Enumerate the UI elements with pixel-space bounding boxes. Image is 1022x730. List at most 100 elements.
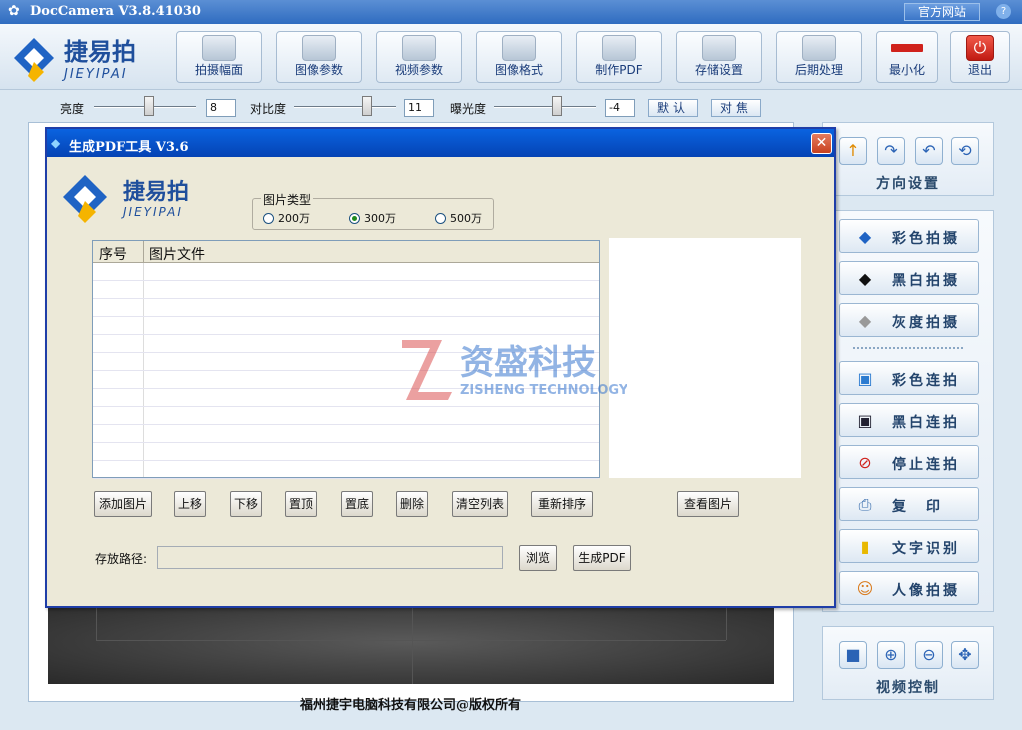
color-capture-button[interactable]: ◆ 彩色拍摄 [839,219,979,253]
notepad-icon [802,35,836,61]
contrast-track[interactable] [294,106,396,108]
post-processing-button[interactable]: 后期处理 [776,31,862,83]
direction-panel: ↑ ↷ ↶ ⟲ 方向设置 [822,122,994,196]
title-bar: ✿ DocCamera V3.8.41030 官方网站 ? [0,0,1022,24]
rotate-right-icon[interactable]: ↷ [877,137,905,165]
rotate-up-icon[interactable]: ↑ [839,137,867,165]
logo-cn: 捷易拍 [64,38,136,66]
watermark-cn: 资盛科技 [460,343,596,383]
browse-button[interactable]: 浏览 [519,545,557,571]
rotate-left-icon[interactable]: ↶ [915,137,943,165]
view-image-button[interactable]: 查看图片 [677,491,739,517]
video-params-button[interactable]: 视频参数 [376,31,462,83]
jieyipai-logo: 捷易拍 JIEYIPAI [14,38,136,82]
radio-300[interactable]: 300万 [349,210,396,226]
copyright-text: 福州捷宇电脑科技有限公司@版权所有 [300,698,522,713]
contrast-thumb[interactable] [362,96,372,116]
table-row[interactable] [93,407,599,425]
stop-burst-button[interactable]: ⊘ 停止连拍 [839,445,979,479]
move-bottom-button[interactable]: 置底 [341,491,373,517]
table-row[interactable] [93,317,599,335]
radio-500[interactable]: 500万 [435,210,482,226]
minimize-icon [891,44,923,52]
dialog-close-button[interactable]: ✕ [811,133,832,154]
table-row[interactable] [93,443,599,461]
reorder-button[interactable]: 重新排序 [531,491,593,517]
exit-button[interactable]: ⏻ 退出 [950,31,1010,83]
pdf-tool-dialog: ◆ 生成PDF工具 V3.6 ✕ 捷易拍 JIEYIPAI 图片类型 200万 … [45,127,836,608]
official-site-button[interactable]: 官方网站 [904,3,980,21]
dialog-title-bar: ◆ 生成PDF工具 V3.6 ✕ [47,129,834,157]
list-header: 序号 图片文件 [93,241,599,263]
generate-pdf-button[interactable]: 生成PDF [573,545,631,571]
capture-panel: ◆ 彩色拍摄 ◆ 黑白拍摄 ◆ 灰度拍摄 ▣ 彩色连拍 ▣ 黑白连拍 ⊘ 停止连拍 ⎙ 复 印… [822,210,994,612]
slider-bar: 亮度 8 对比度 11 曝光度 -4 默认 对焦 [0,90,820,120]
move-up-button[interactable]: 上移 [174,491,206,517]
stop-icon: ⊘ [858,453,872,472]
exposure-value[interactable]: -4 [605,99,635,117]
bw-burst-button[interactable]: ▣ 黑白连拍 [839,403,979,437]
move-down-button[interactable]: 下移 [230,491,262,517]
brightness-value[interactable]: 8 [206,99,236,117]
color-burst-button[interactable]: ▣ 彩色连拍 [839,361,979,395]
bw-capture-button[interactable]: ◆ 黑白拍摄 [839,261,979,295]
document-yellow-icon: ▮ [860,537,870,556]
image-params-button[interactable]: 图像参数 [276,31,362,83]
dialog-logo-en: JIEYIPAI [121,205,183,219]
exposure-label: 曝光度 [450,102,487,116]
help-icon[interactable]: ? [996,4,1011,19]
clear-list-button[interactable]: 清空列表 [452,491,508,517]
camera-icon [202,35,236,61]
video-panel-title: 视频控制 [876,680,940,696]
gray-diamond-icon: ◆ [858,311,872,330]
image-type-group: 图片类型 200万 300万 500万 [252,191,494,230]
table-row[interactable] [93,425,599,443]
default-button[interactable]: 默认 [648,99,698,117]
table-row[interactable] [93,263,599,281]
gray-capture-button[interactable]: ◆ 灰度拍摄 [839,303,979,337]
radio-200[interactable]: 200万 [263,210,310,226]
ocr-button[interactable]: ▮ 文字识别 [839,529,979,563]
exposure-track[interactable] [494,106,596,108]
portrait-capture-button[interactable]: ☺ 人像拍摄 [839,571,979,605]
image-format-button[interactable]: 图像格式 [476,31,562,83]
fit-screen-icon[interactable]: ✥ [951,641,979,669]
minimize-button[interactable]: 最小化 [876,31,938,83]
save-path-input[interactable] [157,546,503,569]
dialog-title: 生成PDF工具 V3.6 [69,140,189,155]
table-row[interactable] [93,299,599,317]
focus-button[interactable]: 对焦 [711,99,761,117]
capture-size-button[interactable]: 拍摄幅面 [176,31,262,83]
dialog-diamond-icon: ◆ [51,136,61,150]
save-path-label: 存放路径: [95,552,148,566]
make-pdf-button[interactable]: 制作PDF [576,31,662,83]
panel-divider [853,347,963,349]
people-icon: ☺ [856,579,874,598]
direction-panel-title: 方向设置 [876,176,940,192]
header-file[interactable]: 图片文件 [149,244,205,264]
dialog-logo-cn: 捷易拍 [123,179,189,205]
contrast-label: 对比度 [250,102,287,116]
storage-settings-button[interactable]: 存储设置 [676,31,762,83]
document-icon [602,35,636,61]
image-type-caption: 图片类型 [261,191,314,208]
move-top-button[interactable]: 置顶 [285,491,317,517]
app-gear-icon: ✿ [8,3,20,19]
rotate-reset-icon[interactable]: ⟲ [951,137,979,165]
brightness-label: 亮度 [60,102,85,116]
usb-icon [702,35,736,61]
contrast-value[interactable]: 11 [404,99,434,117]
header-index[interactable]: 序号 [99,244,127,264]
color-photo-icon: ▣ [857,369,873,388]
add-image-button[interactable]: 添加图片 [94,491,152,517]
table-row[interactable] [93,281,599,299]
delete-button[interactable]: 删除 [396,491,428,517]
brightness-thumb[interactable] [144,96,154,116]
table-row[interactable] [93,461,599,479]
video-camera-icon[interactable]: ■ [839,641,867,669]
exposure-thumb[interactable] [552,96,562,116]
watermark-en: ZISHENG TECHNOLOGY [460,383,627,398]
zoom-out-icon[interactable]: ⊖ [915,641,943,669]
zoom-in-icon[interactable]: ⊕ [877,641,905,669]
copy-button[interactable]: ⎙ 复 印 [839,487,979,521]
